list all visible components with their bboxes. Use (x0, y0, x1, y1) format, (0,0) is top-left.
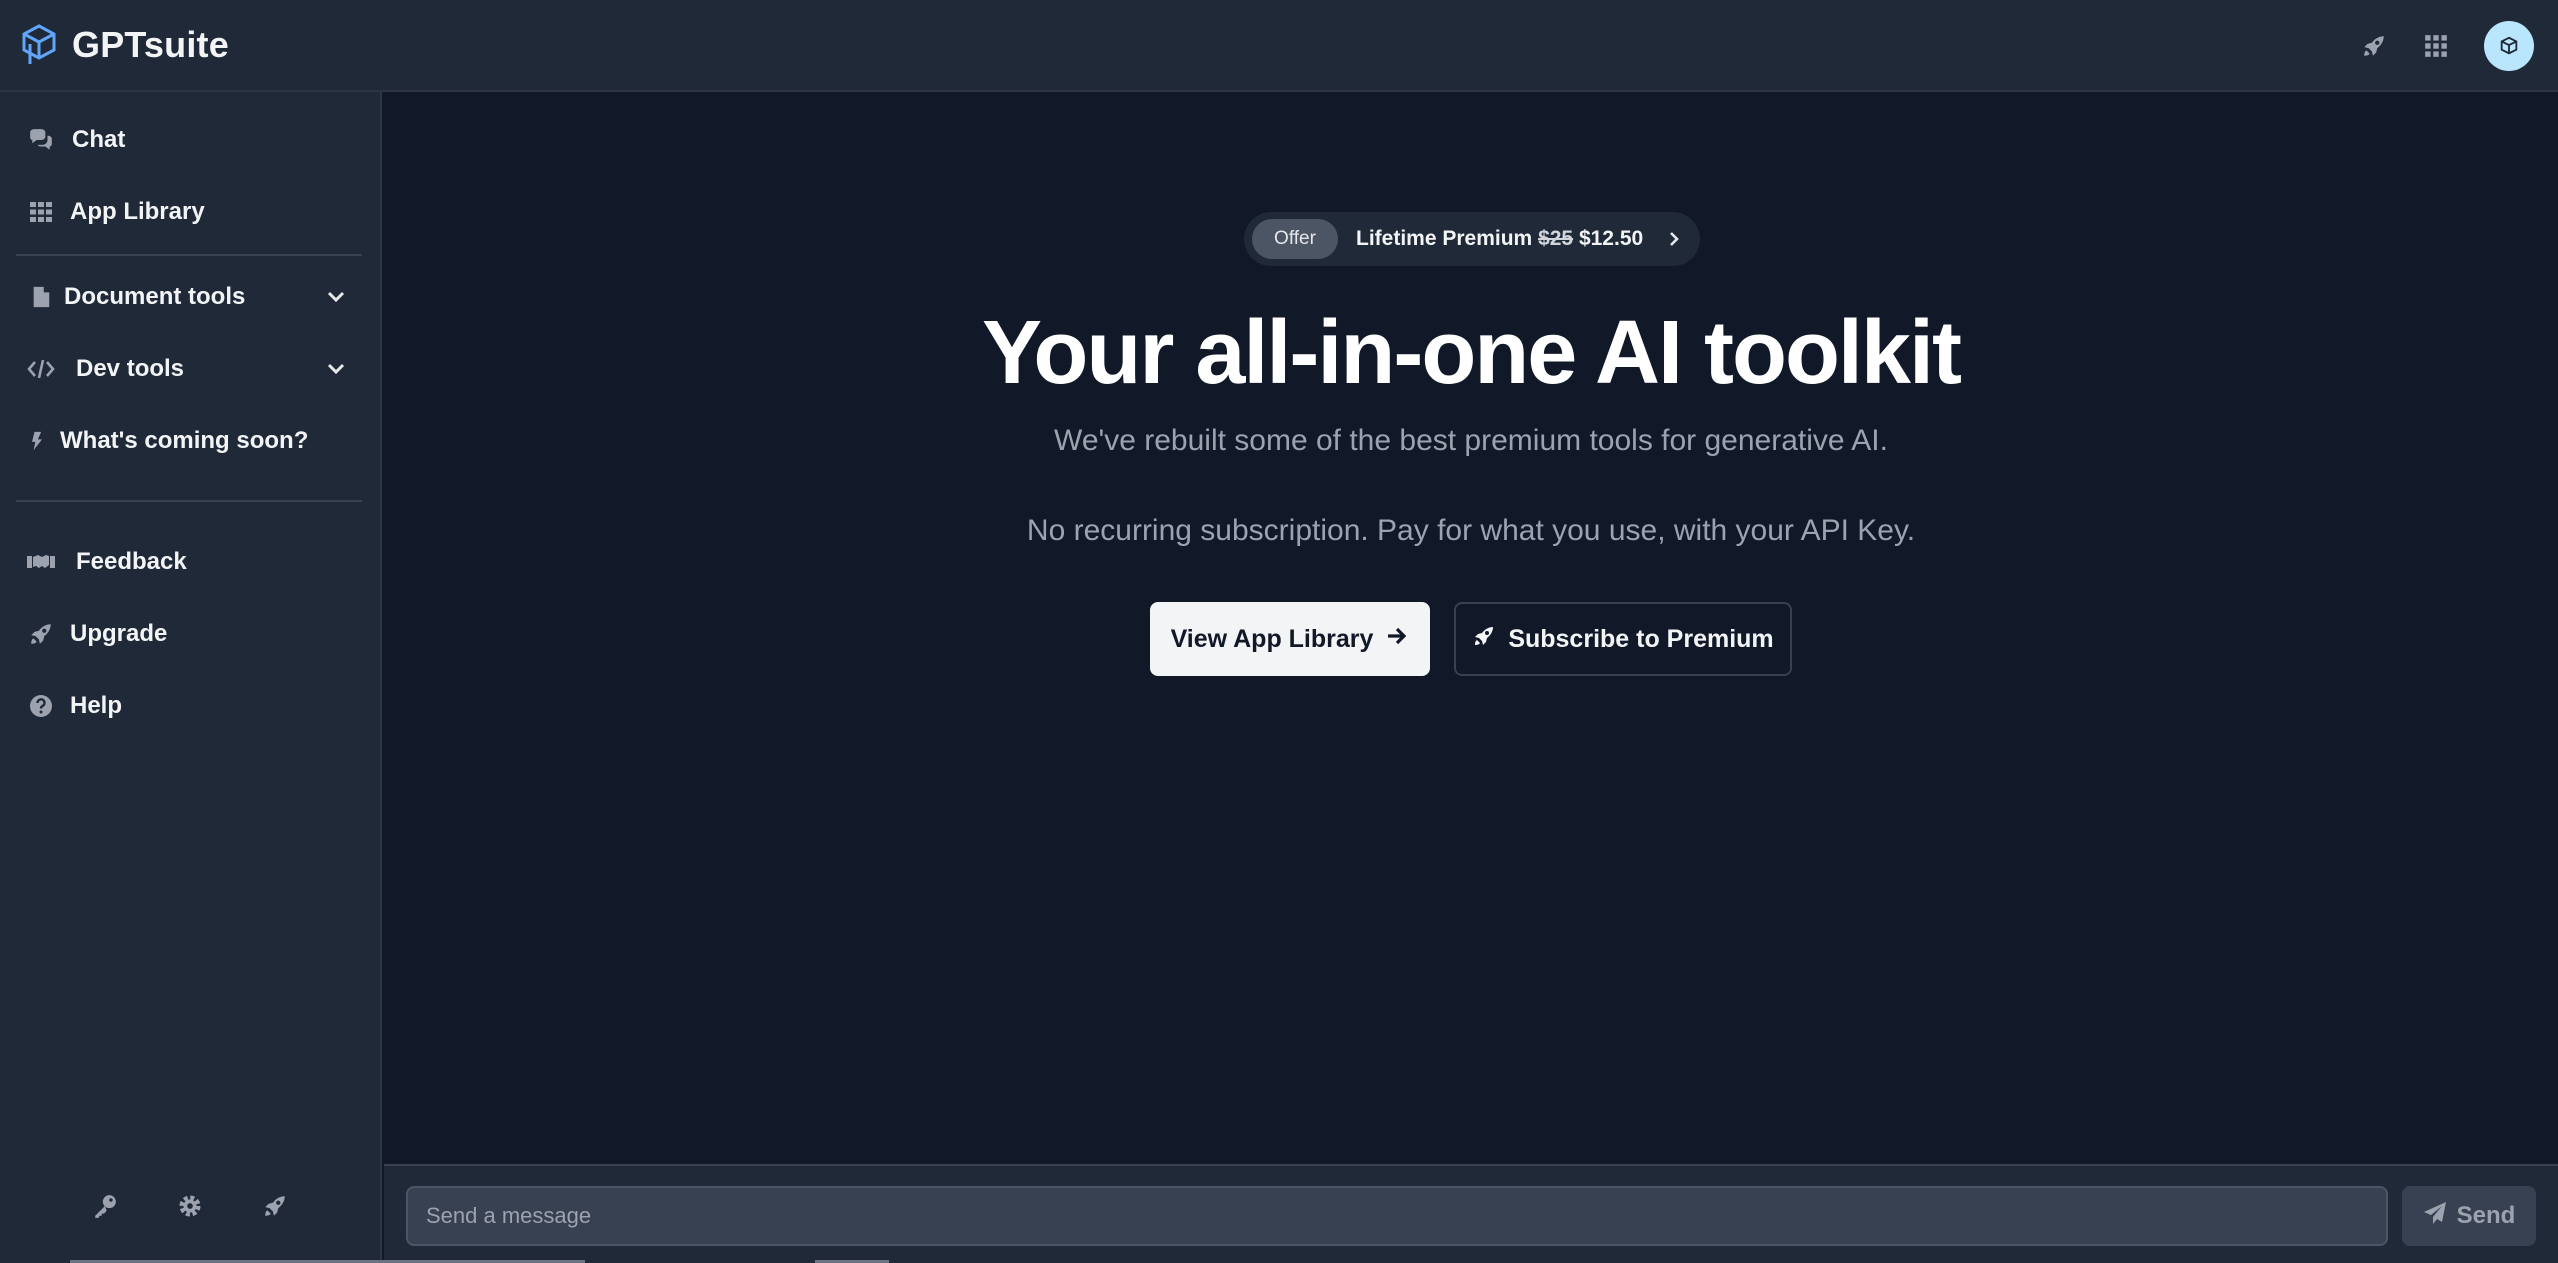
paper-plane-icon (2423, 1201, 2447, 1232)
rocket-icon[interactable] (2360, 32, 2388, 60)
sidebar-item-label: Feedback (76, 548, 187, 575)
hero-subtitle: We've rebuilt some of the best premium t… (1054, 424, 1888, 457)
sidebar-item-label: Chat (72, 126, 126, 153)
chevron-down-icon[interactable] (324, 357, 348, 381)
sidebar-item-upgrade[interactable]: Upgrade (0, 604, 382, 664)
cta-buttons: View App Library Subscribe to Premium (1150, 602, 1792, 676)
chevron-down-icon[interactable] (324, 285, 348, 309)
message-input[interactable] (406, 1186, 2388, 1246)
gear-icon[interactable] (175, 1191, 205, 1221)
sidebar-item-document-tools[interactable]: Document tools (0, 267, 382, 327)
sidebar: Chat App Library Document tools Dev tool… (0, 92, 382, 1263)
offer-old-price: $25 (1538, 227, 1574, 250)
top-actions (2360, 0, 2534, 92)
divider (16, 254, 362, 256)
button-label: View App Library (1170, 624, 1374, 653)
chevron-right-icon (1665, 230, 1683, 248)
sidebar-item-dev-tools[interactable]: Dev tools (0, 339, 382, 399)
offer-label: Lifetime Premium (1356, 227, 1533, 250)
send-button[interactable]: Send (2402, 1186, 2536, 1246)
help-icon (26, 691, 56, 721)
offer-text: Lifetime Premium $25 $12.50 (1356, 227, 1643, 251)
sidebar-item-label: Upgrade (70, 620, 168, 647)
hero-subtitle-2: No recurring subscription. Pay for what … (1026, 514, 1916, 547)
offer-new-price: $12.50 (1578, 227, 1644, 250)
sidebar-item-label: App Library (70, 198, 205, 225)
sidebar-item-help[interactable]: Help (0, 676, 382, 736)
sidebar-item-whats-coming-soon[interactable]: What's coming soon? (0, 411, 382, 471)
sidebar-item-app-library[interactable]: App Library (0, 182, 382, 242)
sidebar-item-label: Document tools (64, 283, 246, 310)
view-app-library-button[interactable]: View App Library (1150, 602, 1430, 676)
offer-banner[interactable]: Offer Lifetime Premium $25 $12.50 (1244, 212, 1700, 266)
gptsuite-logo-icon (20, 20, 58, 70)
handshake-icon (26, 547, 56, 577)
subscribe-premium-button[interactable]: Subscribe to Premium (1454, 602, 1792, 676)
divider (16, 500, 362, 502)
main-content: Offer Lifetime Premium $25 $12.50 Your a… (384, 92, 2558, 1164)
page-title: Your all-in-one AI toolkit (982, 303, 1962, 403)
sidebar-item-label: Dev tools (76, 355, 185, 382)
code-icon (26, 354, 56, 384)
sidebar-item-feedback[interactable]: Feedback (0, 532, 382, 592)
apps-grid-icon[interactable] (2422, 32, 2450, 60)
document-icon (26, 282, 56, 312)
key-icon[interactable] (90, 1191, 120, 1221)
offer-pill: Offer (1252, 219, 1338, 259)
bolt-icon (22, 426, 52, 456)
button-label: Subscribe to Premium (1508, 624, 1774, 653)
top-bar: GPTsuite (0, 0, 2558, 92)
arrow-right-icon (1385, 624, 1409, 655)
sidebar-bottom-actions (0, 1191, 382, 1231)
sidebar-item-label: Help (70, 692, 123, 719)
chat-icon (26, 125, 56, 155)
grid-icon (26, 197, 56, 227)
avatar[interactable] (2484, 21, 2534, 71)
rocket-icon[interactable] (260, 1191, 290, 1221)
sidebar-item-label: What's coming soon? (60, 427, 309, 454)
sidebar-item-chat[interactable]: Chat (0, 110, 382, 170)
app-name: GPTsuite (72, 24, 229, 65)
brand[interactable]: GPTsuite (20, 20, 229, 70)
rocket-icon (1472, 624, 1496, 655)
rocket-icon (26, 619, 56, 649)
send-label: Send (2456, 1202, 2516, 1229)
message-composer: Send (384, 1164, 2558, 1263)
